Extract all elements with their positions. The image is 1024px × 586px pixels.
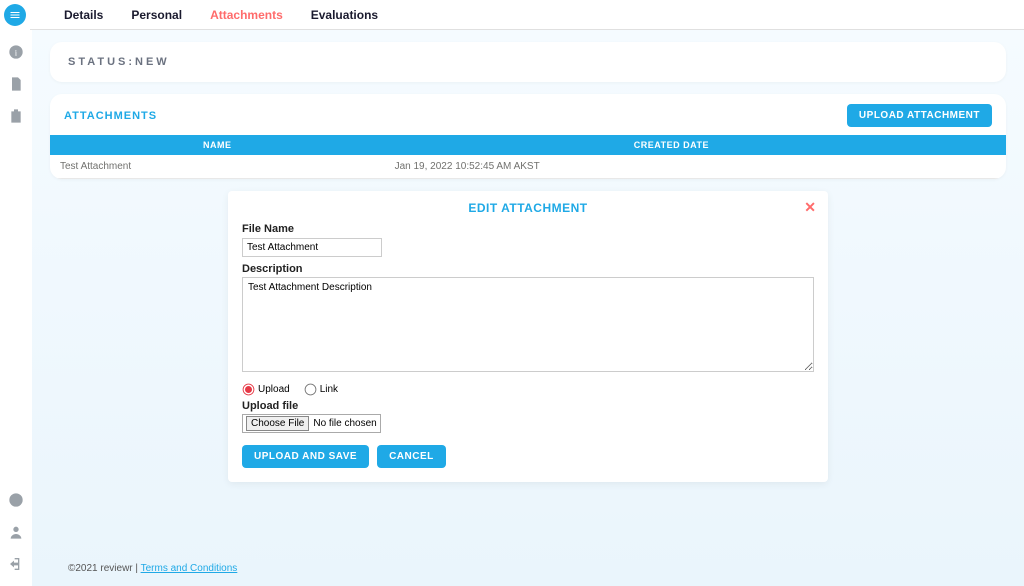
tab-details[interactable]: Details: [50, 8, 117, 22]
col-name: NAME: [50, 135, 385, 155]
logout-icon[interactable]: [8, 556, 24, 572]
upload-and-save-button[interactable]: UPLOAD AND SAVE: [242, 445, 369, 468]
terms-link[interactable]: Terms and Conditions: [141, 563, 238, 574]
file-status: No file chosen: [313, 418, 376, 429]
description-textarea[interactable]: [242, 277, 814, 372]
cancel-button[interactable]: CANCEL: [377, 445, 446, 468]
choose-file-button[interactable]: Choose File: [246, 416, 309, 431]
top-nav: Details Personal Attachments Evaluations: [50, 8, 392, 22]
clipboard-icon[interactable]: [8, 108, 24, 124]
status-label: STATUS:NEW: [68, 56, 988, 68]
file-input-row[interactable]: Choose File No file chosen: [242, 414, 381, 433]
app-logo[interactable]: [0, 0, 30, 30]
attachments-panel: ATTACHMENTS UPLOAD ATTACHMENT NAME CREAT…: [50, 94, 1006, 179]
upload-file-label: Upload file: [242, 400, 814, 412]
edit-title: EDIT ATTACHMENT: [242, 201, 814, 223]
cell-name: Test Attachment: [50, 155, 385, 179]
col-actions: [958, 135, 1006, 155]
edit-attachment-panel: EDIT ATTACHMENT ✕ File Name Description …: [228, 191, 828, 482]
filename-label: File Name: [242, 223, 814, 235]
attachments-title: ATTACHMENTS: [64, 110, 157, 122]
topbar: Details Personal Attachments Evaluations: [0, 0, 1024, 30]
col-date: CREATED DATE: [385, 135, 959, 155]
footer-copyright: ©2021 reviewr |: [68, 563, 141, 574]
attachments-table: NAME CREATED DATE Test Attachment Jan 19…: [50, 135, 1006, 179]
footer: ©2021 reviewr | Terms and Conditions: [50, 557, 1006, 578]
help-icon[interactable]: [8, 492, 24, 508]
filename-input[interactable]: [242, 238, 382, 257]
info-icon[interactable]: i: [8, 44, 24, 60]
close-icon[interactable]: ✕: [804, 199, 816, 216]
user-icon[interactable]: [8, 524, 24, 540]
logo-icon: [4, 4, 26, 26]
content: STATUS:NEW ATTACHMENTS UPLOAD ATTACHMENT…: [32, 30, 1024, 586]
cell-date: Jan 19, 2022 10:52:45 AM AKST: [385, 155, 959, 179]
description-label: Description: [242, 263, 814, 275]
sidebar: i: [0, 30, 32, 586]
cell-actions: [958, 155, 1006, 179]
upload-mode-radios: Upload Link: [242, 383, 814, 396]
tab-personal[interactable]: Personal: [117, 8, 196, 22]
radio-link[interactable]: Link: [304, 383, 338, 396]
tab-evaluations[interactable]: Evaluations: [297, 8, 392, 22]
status-card: STATUS:NEW: [50, 42, 1006, 82]
tab-attachments[interactable]: Attachments: [196, 8, 297, 22]
radio-upload[interactable]: Upload: [242, 383, 290, 396]
upload-attachment-button[interactable]: UPLOAD ATTACHMENT: [847, 104, 992, 127]
document-icon[interactable]: [8, 76, 24, 92]
table-row[interactable]: Test Attachment Jan 19, 2022 10:52:45 AM…: [50, 155, 1006, 179]
